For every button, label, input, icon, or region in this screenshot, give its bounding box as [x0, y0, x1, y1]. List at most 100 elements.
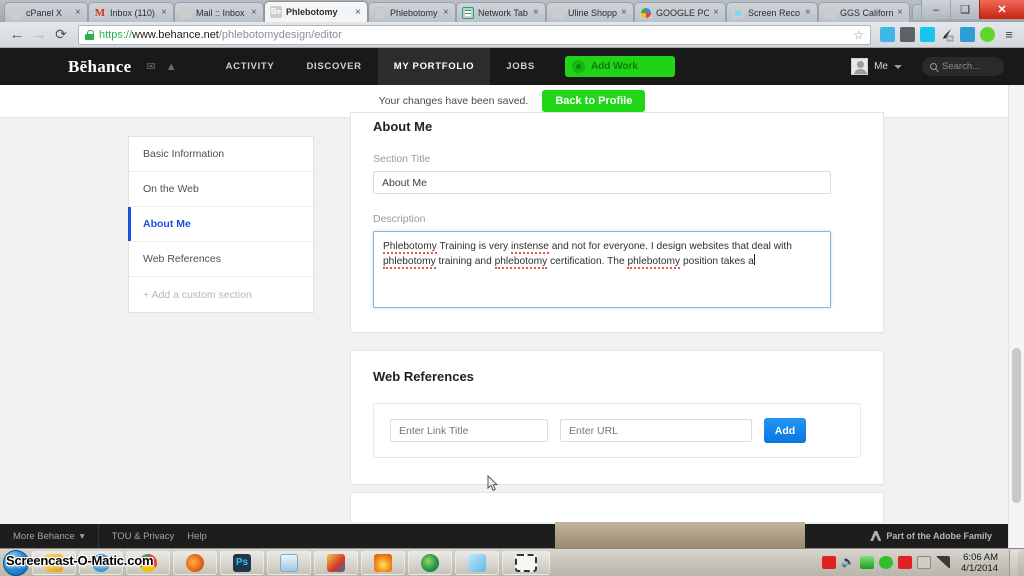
- sidebar-item-add-custom-section[interactable]: + Add a custom section: [129, 277, 313, 312]
- footer-tou-privacy[interactable]: TOU & Privacy: [99, 531, 188, 542]
- tab-close-icon[interactable]: ×: [161, 8, 170, 17]
- misspelled-word: Phlebotomy: [383, 241, 437, 254]
- browser-tab-5[interactable]: Network Tab×: [456, 2, 546, 22]
- sidebar-item-on-the-web[interactable]: On the Web: [129, 172, 313, 207]
- behance-logo[interactable]: Bēhance: [0, 48, 141, 85]
- url-input[interactable]: [560, 419, 752, 442]
- spreadsheet-icon: [462, 7, 474, 19]
- browser-tab-2[interactable]: Mail :: Inbox×: [174, 2, 264, 22]
- tab-close-icon[interactable]: ×: [805, 8, 814, 17]
- tray-red-icon[interactable]: [822, 556, 836, 569]
- browser-tab-9[interactable]: GGS Californ×: [818, 2, 910, 22]
- behance-footer: More Behance ▾ TOU & Privacy Help Part o…: [0, 524, 1008, 548]
- section-title-label: Section Title: [373, 153, 861, 165]
- taskbar-preview-thumbnail: [555, 522, 805, 548]
- browser-tab-3[interactable]: BePhlebotomy×: [264, 1, 368, 22]
- adobe-family-label: Part of the Adobe Family: [886, 531, 992, 541]
- footer-more-behance[interactable]: More Behance ▾: [0, 524, 99, 548]
- avatar[interactable]: [851, 58, 868, 75]
- close-button[interactable]: ✕: [979, 0, 1024, 19]
- tab-close-icon[interactable]: ×: [443, 8, 452, 17]
- browser-tab-4[interactable]: Phlebotomy×: [368, 2, 456, 22]
- search-input[interactable]: Search...: [922, 57, 1004, 76]
- browser-tab-0[interactable]: cPanel X×: [4, 2, 88, 22]
- nav-item-jobs[interactable]: JOBS: [490, 48, 551, 85]
- page-scrollbar[interactable]: [1008, 85, 1024, 548]
- tab-close-icon[interactable]: ×: [621, 8, 630, 17]
- description-textarea[interactable]: Phlebotomy Training is very instense and…: [373, 231, 831, 308]
- taskbar-app-flame[interactable]: [361, 551, 405, 575]
- back-to-profile-button[interactable]: Back to Profile: [542, 90, 645, 112]
- search-icon: [930, 63, 937, 70]
- app-photoshop-icon: Ps: [233, 554, 251, 572]
- taskbar-clock[interactable]: 6:06 AM 4/1/2014: [961, 552, 998, 574]
- taskbar-app-globe[interactable]: [408, 551, 452, 575]
- nav-item-activity[interactable]: ACTIVITY: [210, 48, 291, 85]
- me-menu-label[interactable]: Me: [874, 61, 888, 72]
- tray-antivirus-icon[interactable]: [898, 556, 912, 569]
- tray-green-icon[interactable]: [860, 556, 874, 569]
- sidebar-item-basic-information[interactable]: Basic Information: [129, 137, 313, 172]
- tab-close-icon[interactable]: ×: [713, 8, 722, 17]
- link-title-input[interactable]: [390, 419, 548, 442]
- minimize-button[interactable]: –: [921, 0, 950, 19]
- add-reference-button[interactable]: Add: [764, 418, 806, 443]
- app-paint-icon: [327, 554, 345, 572]
- tray-network-icon[interactable]: [936, 556, 950, 569]
- browser-tab-6[interactable]: Uline Shopp×: [546, 2, 634, 22]
- show-desktop-button[interactable]: [1009, 550, 1018, 576]
- browser-tab-7[interactable]: GOOGLE PO×: [634, 2, 726, 22]
- chevron-down-icon[interactable]: [894, 65, 902, 69]
- taskbar-app-calculator[interactable]: [267, 551, 311, 575]
- browser-menu-icon[interactable]: ≡: [1002, 28, 1016, 41]
- url-path: /phlebotomydesign/editor: [219, 29, 342, 41]
- taskbar-app-snip[interactable]: [502, 551, 550, 575]
- web-references-heading: Web References: [373, 369, 861, 384]
- address-bar[interactable]: https://www.behance.net/phlebotomydesign…: [78, 25, 871, 45]
- add-work-button[interactable]: Add Work: [565, 56, 675, 77]
- extension-gray-icon[interactable]: [900, 27, 915, 42]
- tab-title: Screen Reco: [748, 7, 801, 19]
- section-title-input[interactable]: [373, 171, 831, 194]
- chevron-down-icon: ▾: [80, 531, 85, 542]
- tab-close-icon[interactable]: ×: [533, 8, 542, 17]
- extension-power-icon[interactable]: [980, 27, 995, 42]
- window-controls: – ❑ ✕: [921, 0, 1024, 20]
- footer-help[interactable]: Help: [187, 531, 220, 542]
- browser-tab-8[interactable]: Screen Reco ×: [726, 2, 818, 22]
- reload-icon[interactable]: ⟳: [50, 24, 72, 46]
- taskbar-app-photoshop[interactable]: Ps: [220, 551, 264, 575]
- nav-item-my-portfolio[interactable]: MY PORTFOLIO: [378, 48, 491, 85]
- tray-shield-icon[interactable]: [879, 556, 893, 569]
- sidebar-item-web-references[interactable]: Web References: [129, 242, 313, 277]
- tray-volume-icon[interactable]: 🔈: [841, 556, 855, 569]
- taskbar-app-firefox[interactable]: [173, 551, 217, 575]
- tab-close-icon[interactable]: ×: [251, 8, 260, 17]
- adobe-logo-icon: [870, 531, 881, 541]
- mail-icon[interactable]: ✉: [141, 48, 160, 85]
- sidebar-item-about-me[interactable]: About Me: [129, 207, 313, 242]
- tab-close-icon[interactable]: ×: [75, 8, 84, 17]
- extension-window-icon[interactable]: [960, 27, 975, 42]
- maximize-button[interactable]: ❑: [950, 0, 979, 19]
- tab-close-icon[interactable]: ×: [897, 8, 906, 17]
- extension-download-icon[interactable]: [920, 27, 935, 42]
- misspelled-word: phlebotomy: [495, 256, 548, 269]
- tray-battery-icon[interactable]: [917, 556, 931, 569]
- page-scrollbar-thumb[interactable]: [1012, 348, 1021, 503]
- extension-pen-icon[interactable]: [940, 27, 955, 42]
- nav-item-discover[interactable]: DISCOVER: [290, 48, 377, 85]
- taskbar-app-notes[interactable]: [455, 551, 499, 575]
- ggs-icon: [824, 7, 836, 19]
- back-icon[interactable]: ←: [6, 24, 28, 46]
- bookmark-star-icon[interactable]: ☆: [853, 28, 864, 42]
- forward-icon[interactable]: →: [28, 24, 50, 46]
- app-globe-icon: [421, 554, 439, 572]
- lock-icon: [85, 30, 94, 40]
- tab-close-icon[interactable]: ×: [355, 8, 364, 17]
- browser-tab-1[interactable]: MInbox (110)×: [88, 2, 174, 22]
- taskbar-app-paint[interactable]: [314, 551, 358, 575]
- extension-blue-icon[interactable]: [880, 27, 895, 42]
- bell-icon[interactable]: ▲: [161, 48, 182, 85]
- document-icon: [374, 7, 386, 19]
